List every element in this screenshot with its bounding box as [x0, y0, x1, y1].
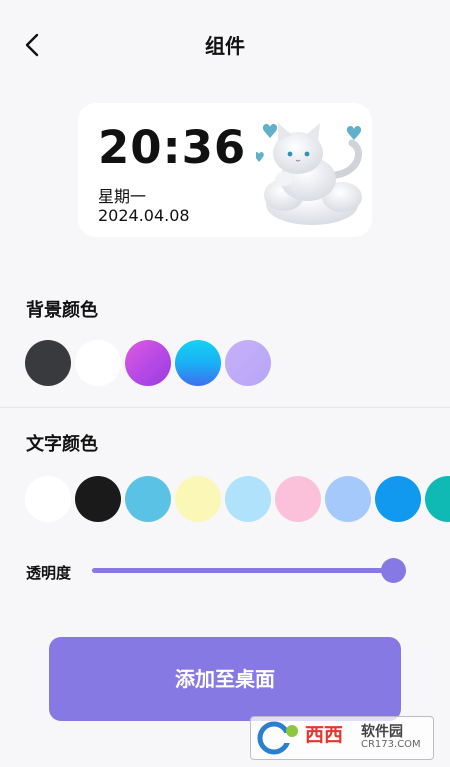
background-color-swatch[interactable] [25, 340, 71, 386]
text-color-swatch[interactable] [425, 476, 450, 522]
watermark-main-text: 西西 [305, 724, 344, 746]
text-color-swatch[interactable] [375, 476, 421, 522]
background-color-swatch[interactable] [175, 340, 221, 386]
widget-weekday: 星期一 [98, 187, 147, 206]
text-color-swatch[interactable] [75, 476, 121, 522]
watermark: 西西 软件园 CR173.COM [250, 716, 434, 760]
header: 组件 [0, 0, 450, 90]
text-color-swatch[interactable] [225, 476, 271, 522]
page-title: 组件 [205, 34, 245, 58]
text-color-swatch[interactable] [325, 476, 371, 522]
text-color-title: 文字颜色 [26, 434, 98, 455]
opacity-slider-track[interactable] [92, 568, 392, 573]
background-color-swatch[interactable] [225, 340, 271, 386]
widget-time: 20:36 [98, 121, 247, 174]
text-color-swatch[interactable] [275, 476, 321, 522]
widget-preview: 20:36 星期一 2024.04.08 [78, 103, 372, 237]
add-to-desktop-button[interactable]: 添加至桌面 [49, 637, 401, 721]
watermark-logo-icon [257, 721, 301, 755]
text-color-swatch[interactable] [175, 476, 221, 522]
widget-date: 2024.04.08 [98, 206, 190, 225]
watermark-url: CR173.COM [361, 739, 421, 750]
watermark-sub-text: 软件园 [361, 724, 403, 740]
background-color-swatch[interactable] [75, 340, 121, 386]
opacity-label: 透明度 [26, 564, 72, 582]
background-color-title: 背景颜色 [26, 300, 98, 321]
opacity-slider-thumb[interactable] [381, 558, 406, 583]
text-color-swatch[interactable] [125, 476, 171, 522]
background-color-swatch[interactable] [125, 340, 171, 386]
cat-cloud-sticker [256, 123, 363, 225]
divider [0, 407, 450, 408]
text-color-swatch[interactable] [25, 476, 71, 522]
